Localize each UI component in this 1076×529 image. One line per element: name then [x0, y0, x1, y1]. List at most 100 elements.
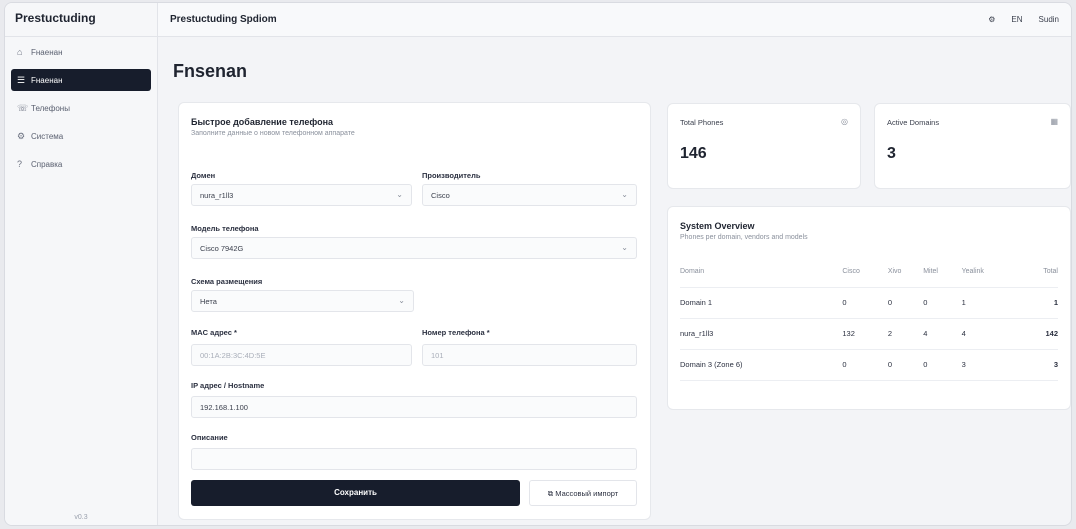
description-input[interactable] — [191, 448, 637, 470]
phone-icon: ☏ — [17, 102, 29, 113]
system-table: Domain Cisco Xivo Mitel Yealink Total Do… — [680, 257, 1058, 381]
phone-icon: ◎ — [841, 117, 848, 126]
model-label: Модель телефона — [191, 224, 259, 233]
model-value: Cisco 7942G — [200, 244, 244, 253]
table-cell: 4 — [961, 318, 1020, 350]
schema-select[interactable]: Нета ⌄ — [191, 290, 414, 312]
app-window: Prestuctuding ⌂ Fнаенан ☰ Fнаенан ☏ Теле… — [4, 2, 1072, 526]
table-cell: 1 — [961, 287, 1020, 319]
grid-icon: ▦ — [1050, 117, 1058, 126]
table-cell: 4 — [923, 318, 962, 350]
sidebar-item-help[interactable]: ? Справка — [11, 153, 151, 175]
table-cell: 0 — [887, 349, 924, 381]
system-title: System Overview — [680, 221, 755, 231]
sidebar-item-home[interactable]: ⌂ Fнаенан — [11, 41, 151, 63]
page-title: Fnsenan — [173, 61, 248, 81]
ip-value: 192.168.1.100 — [200, 403, 248, 412]
column-header: Yealink — [961, 257, 1020, 288]
number-input[interactable]: 101 — [422, 344, 637, 366]
form-subtitle: Заполните данные о новом телефонном аппа… — [191, 130, 355, 137]
mac-placeholder: 00:1A:2B:3C:4D:5E — [200, 351, 266, 360]
ip-input[interactable]: 192.168.1.100 — [191, 396, 637, 418]
table-cell: 0 — [887, 287, 924, 319]
brand-logo: Prestuctuding — [5, 3, 157, 37]
table-cell: 3 — [1019, 349, 1058, 381]
chevron-down-icon: ⌄ — [398, 296, 405, 305]
sidebar-item-system[interactable]: ⚙ Система — [11, 125, 151, 147]
settings-icon: ⚙ — [17, 130, 26, 141]
vendor-label: Производитель — [422, 171, 481, 180]
stat-value: 146 — [680, 145, 707, 162]
help-icon: ? — [17, 159, 23, 169]
stat-card-phones: Total Phones 146 ◎ — [667, 103, 861, 189]
number-placeholder: 101 — [431, 351, 444, 360]
main-content: Fnsenan Быстрое добавление телефона Запо… — [158, 37, 1071, 525]
bulk-import-button[interactable]: ⧉ Массовый импорт — [529, 480, 637, 506]
chevron-down-icon: ⌄ — [621, 243, 628, 252]
table-cell: Domain 3 (Zone 6) — [680, 349, 843, 381]
sidebar-item-label: Телефоны — [31, 103, 70, 113]
column-header: Total — [1019, 257, 1058, 288]
add-phone-form: Быстрое добавление телефона Заполните да… — [178, 102, 651, 520]
version-label: v0.3 — [74, 514, 88, 521]
column-header: Cisco — [842, 257, 888, 288]
domain-select[interactable]: nura_r1ll3 ⌄ — [191, 184, 412, 206]
sidebar-item-label: Справка — [31, 159, 63, 169]
domain-value: nura_r1ll3 — [200, 191, 234, 200]
topbar: Prestuctuding Spdiom ⚙ EN Sudin — [158, 3, 1071, 37]
table-row[interactable]: Domain 1 0 0 0 1 1 — [680, 287, 1058, 319]
table-cell: 132 — [842, 318, 888, 350]
system-overview-card: System Overview Phones per domain, vendo… — [667, 206, 1071, 410]
schema-value: Нета — [200, 297, 217, 306]
table-row[interactable]: Domain 3 (Zone 6) 0 0 0 3 3 — [680, 349, 1058, 381]
table-row[interactable]: nura_r1ll3 132 2 4 4 142 — [680, 318, 1058, 350]
column-header: Domain — [680, 257, 843, 288]
domain-label: Домен — [191, 171, 216, 180]
topbar-actions: ⚙ EN Sudin — [988, 15, 1059, 24]
table-cell: 0 — [923, 349, 962, 381]
vendor-value: Cisco — [431, 191, 450, 200]
table-cell: nura_r1ll3 — [680, 318, 843, 350]
column-header: Mitel — [923, 257, 962, 288]
table-cell: Domain 1 — [680, 287, 843, 319]
table-cell: 0 — [842, 287, 888, 319]
sidebar-item-label: Система — [31, 131, 64, 141]
stat-label: Total Phones — [680, 118, 724, 127]
column-header: Xivo — [887, 257, 924, 288]
mac-input[interactable]: 00:1A:2B:3C:4D:5E — [191, 344, 412, 366]
sidebar-item-label: Fнаенан — [31, 75, 63, 85]
language-switcher[interactable]: EN — [1011, 15, 1022, 24]
schema-label: Схема размещения — [191, 277, 263, 286]
sidebar-nav: ⌂ Fнаенан ☰ Fнаенан ☏ Телефоны ⚙ Система… — [5, 37, 157, 185]
description-label: Описание — [191, 433, 228, 442]
user-menu[interactable]: Sudin — [1039, 15, 1059, 24]
vendor-select[interactable]: Cisco ⌄ — [422, 184, 637, 206]
table-cell: 142 — [1019, 318, 1058, 350]
table-cell: 3 — [961, 349, 1020, 381]
chevron-down-icon: ⌄ — [396, 190, 403, 199]
mac-label: MAC адрес * — [191, 328, 237, 337]
stat-label: Active Domains — [887, 118, 940, 127]
ip-label: IP адрес / Hostname — [191, 381, 265, 390]
table-cell: 0 — [842, 349, 888, 381]
chevron-down-icon: ⌄ — [621, 190, 628, 199]
home-icon: ⌂ — [17, 47, 23, 57]
sidebar-item-active[interactable]: ☰ Fнаенан — [11, 69, 151, 91]
table-header: Domain Cisco Xivo Mitel Yealink Total — [680, 257, 1058, 288]
stat-value: 3 — [887, 145, 896, 162]
topbar-title: Prestuctuding Spdiom — [170, 14, 277, 25]
table-cell: 1 — [1019, 287, 1058, 319]
bulk-import-label: Массовый импорт — [555, 489, 619, 498]
sidebar-item-label: Fнаенан — [31, 47, 63, 57]
sidebar-item-phones[interactable]: ☏ Телефоны — [11, 97, 151, 119]
stat-card-domains: Active Domains 3 ▦ — [874, 103, 1071, 189]
list-icon: ☰ — [17, 74, 26, 85]
model-select[interactable]: Cisco 7942G ⌄ — [191, 237, 637, 259]
sidebar: Prestuctuding ⌂ Fнаенан ☰ Fнаенан ☏ Теле… — [5, 3, 158, 525]
system-subtitle: Phones per domain, vendors and models — [680, 234, 808, 241]
settings-icon[interactable]: ⚙ — [988, 15, 995, 24]
table-cell: 0 — [923, 287, 962, 319]
save-button[interactable]: Сохранить — [191, 480, 520, 506]
number-label: Номер телефона * — [422, 328, 490, 337]
table-cell: 2 — [887, 318, 924, 350]
